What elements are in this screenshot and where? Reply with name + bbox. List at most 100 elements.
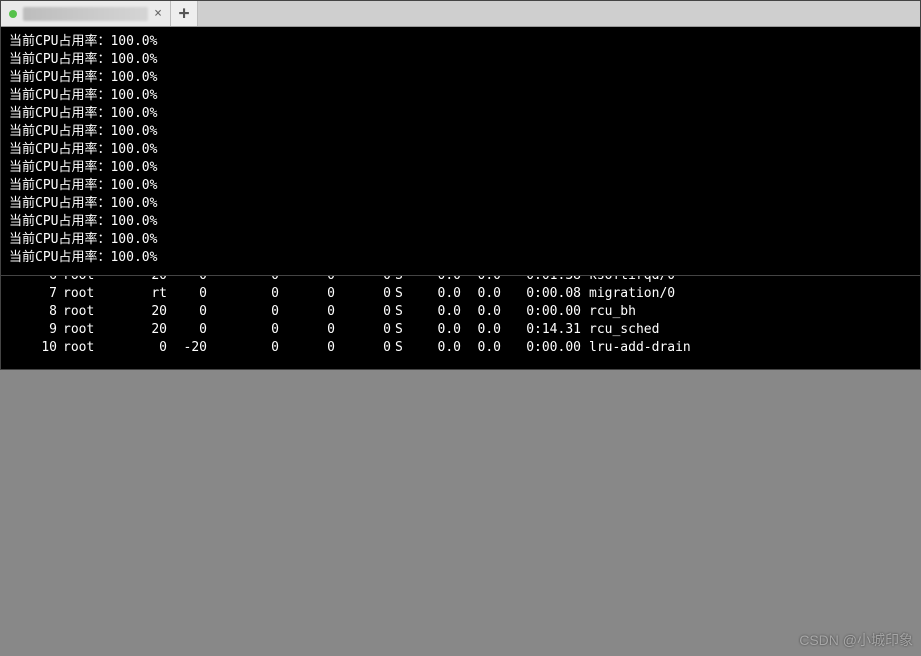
cell-user: root	[57, 339, 135, 357]
cell-pid: 8	[9, 303, 57, 321]
cpu-usage-label: 当前CPU占用率：	[9, 250, 110, 265]
cpu-usage-line: 当前CPU占用率：100.0%	[9, 123, 912, 141]
cell-ni: 0	[167, 285, 207, 303]
cpu-usage-value: 100.0%	[110, 196, 157, 211]
cpu-usage-label: 当前CPU占用率：	[9, 196, 110, 211]
cell-cmd: lru-add-drain	[581, 339, 691, 357]
cpu-usage-value: 100.0%	[110, 232, 157, 247]
cell-ni: 0	[167, 303, 207, 321]
cell-pid: 7	[9, 285, 57, 303]
cpu-usage-label: 当前CPU占用率：	[9, 232, 110, 247]
table-row: 9root200000S0.00.00:14.31rcu_sched	[9, 321, 912, 339]
cpu-usage-value: 100.0%	[110, 106, 157, 121]
cell-cmd: rcu_bh	[581, 303, 636, 321]
cpu-usage-value: 100.0%	[110, 142, 157, 157]
cell-pr: rt	[135, 285, 167, 303]
cell-user: root	[57, 285, 135, 303]
cell-shr: 0	[335, 285, 391, 303]
cell-mem: 0.0	[461, 321, 501, 339]
cell-ni: 0	[167, 321, 207, 339]
cell-mem: 0.0	[461, 285, 501, 303]
cpu-usage-label: 当前CPU占用率：	[9, 160, 110, 175]
cpu-usage-value: 100.0%	[110, 88, 157, 103]
cpu-usage-line: 当前CPU占用率：100.0%	[9, 249, 912, 267]
cell-s: S	[391, 339, 413, 357]
cell-time: 0:00.08	[501, 285, 581, 303]
cell-res: 0	[279, 339, 335, 357]
table-row: 10root0-20000S0.00.00:00.00lru-add-drain	[9, 339, 912, 357]
cpu-usage-label: 当前CPU占用率：	[9, 124, 110, 139]
cell-mem: 0.0	[461, 339, 501, 357]
cell-user: root	[57, 303, 135, 321]
cpu-usage-value: 100.0%	[110, 160, 157, 175]
cpu-usage-line: 当前CPU占用率：100.0%	[9, 33, 912, 51]
cpu-usage-line: 当前CPU占用率：100.0%	[9, 87, 912, 105]
cpu-usage-value: 100.0%	[110, 214, 157, 229]
cell-virt: 0	[207, 285, 279, 303]
cpu-usage-value: 100.0%	[110, 124, 157, 139]
cell-virt: 0	[207, 321, 279, 339]
cpu-usage-label: 当前CPU占用率：	[9, 52, 110, 67]
cell-pid: 9	[9, 321, 57, 339]
cpu-usage-label: 当前CPU占用率：	[9, 34, 110, 49]
cell-time: 0:00.00	[501, 303, 581, 321]
cpu-usage-label: 当前CPU占用率：	[9, 106, 110, 121]
cpu-usage-label: 当前CPU占用率：	[9, 214, 110, 229]
watermark: CSDN @小城印象	[799, 630, 913, 650]
cell-cpu: 0.0	[413, 321, 461, 339]
cpu-usage-label: 当前CPU占用率：	[9, 142, 110, 157]
cell-shr: 0	[335, 321, 391, 339]
cell-cmd: migration/0	[581, 285, 675, 303]
status-dot-icon	[9, 10, 17, 18]
terminal-window-bottom: × + 当前CPU占用率：100.0%当前CPU占用率：100.0%当前CPU占…	[0, 0, 921, 276]
cell-pr: 20	[135, 321, 167, 339]
cpu-usage-line: 当前CPU占用率：100.0%	[9, 231, 912, 249]
cpu-usage-value: 100.0%	[110, 52, 157, 67]
cell-ni: -20	[167, 339, 207, 357]
cpu-usage-line: 当前CPU占用率：100.0%	[9, 69, 912, 87]
cpu-usage-value: 100.0%	[110, 34, 157, 49]
cell-cmd: rcu_sched	[581, 321, 659, 339]
cpu-usage-line: 当前CPU占用率：100.0%	[9, 141, 912, 159]
cpu-usage-line: 当前CPU占用率：100.0%	[9, 195, 912, 213]
cpu-usage-label: 当前CPU占用率：	[9, 88, 110, 103]
cell-mem: 0.0	[461, 303, 501, 321]
cpu-usage-line: 当前CPU占用率：100.0%	[9, 159, 912, 177]
terminal-output[interactable]: 当前CPU占用率：100.0%当前CPU占用率：100.0%当前CPU占用率：1…	[1, 27, 920, 275]
cell-cpu: 0.0	[413, 285, 461, 303]
cpu-usage-label: 当前CPU占用率：	[9, 178, 110, 193]
cell-cpu: 0.0	[413, 339, 461, 357]
tab-bar: × +	[1, 1, 920, 27]
close-icon[interactable]: ×	[154, 7, 162, 20]
cpu-usage-line: 当前CPU占用率：100.0%	[9, 177, 912, 195]
cpu-usage-value: 100.0%	[110, 70, 157, 85]
cpu-usage-label: 当前CPU占用率：	[9, 70, 110, 85]
cell-virt: 0	[207, 339, 279, 357]
tab-title-blurred	[23, 7, 148, 21]
cell-shr: 0	[335, 303, 391, 321]
cpu-usage-line: 当前CPU占用率：100.0%	[9, 213, 912, 231]
cell-pid: 10	[9, 339, 57, 357]
cell-shr: 0	[335, 339, 391, 357]
table-row: 8root200000S0.00.00:00.00rcu_bh	[9, 303, 912, 321]
cell-res: 0	[279, 321, 335, 339]
cell-time: 0:00.00	[501, 339, 581, 357]
cpu-usage-line: 当前CPU占用率：100.0%	[9, 105, 912, 123]
terminal-tab[interactable]: ×	[1, 1, 171, 26]
cpu-usage-line: 当前CPU占用率：100.0%	[9, 51, 912, 69]
cell-pr: 20	[135, 303, 167, 321]
cell-virt: 0	[207, 303, 279, 321]
cell-res: 0	[279, 303, 335, 321]
cell-user: root	[57, 321, 135, 339]
cell-s: S	[391, 285, 413, 303]
cpu-usage-value: 100.0%	[110, 178, 157, 193]
cell-s: S	[391, 321, 413, 339]
cpu-usage-value: 100.0%	[110, 250, 157, 265]
cell-pr: 0	[135, 339, 167, 357]
new-tab-button[interactable]: +	[171, 1, 198, 26]
table-row: 7rootrt0000S0.00.00:00.08migration/0	[9, 285, 912, 303]
cell-res: 0	[279, 285, 335, 303]
cell-time: 0:14.31	[501, 321, 581, 339]
cell-s: S	[391, 303, 413, 321]
cell-cpu: 0.0	[413, 303, 461, 321]
